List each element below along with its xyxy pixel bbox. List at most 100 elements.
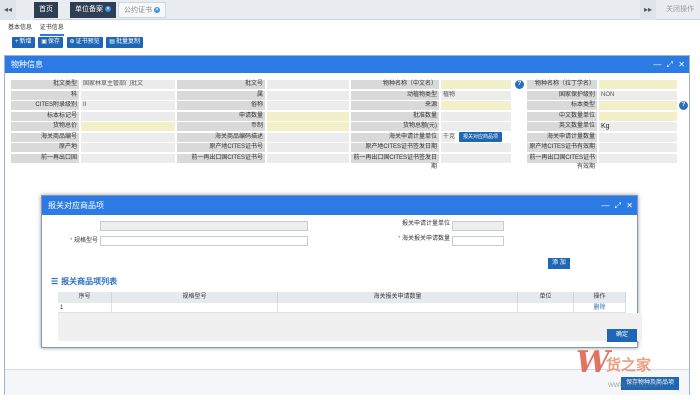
unit-field-label: 报关申请计量单位 bbox=[372, 220, 450, 228]
form-row: 标本标记号 申请数量 批准数量 中文数量单位 bbox=[11, 111, 685, 122]
customs-qty-label: 海关申请计量数量 bbox=[527, 133, 597, 142]
goods-total-amount-value bbox=[441, 122, 511, 131]
new-button[interactable]: +新增 bbox=[12, 37, 35, 48]
col-unit-header: 单位 bbox=[518, 292, 574, 303]
prev-reexport-cites-validity-input[interactable] bbox=[599, 154, 677, 163]
prev-reexport-country-input[interactable] bbox=[81, 154, 175, 163]
table-empty-area bbox=[58, 313, 642, 341]
watermark-url: www.56hzj.com bbox=[608, 380, 664, 389]
col-spec-header: 规格型号 bbox=[112, 292, 278, 303]
delete-link[interactable]: 删除 bbox=[574, 303, 626, 313]
batch-copy-label: 批量复制 bbox=[116, 39, 140, 45]
close-icon[interactable]: ✕ bbox=[678, 60, 685, 69]
species-cn-name-input[interactable] bbox=[441, 80, 511, 89]
tab-home[interactable]: 首页 bbox=[34, 2, 58, 18]
prev-reexport-cites-no-input[interactable] bbox=[267, 154, 349, 163]
protection-level-value: NON bbox=[599, 91, 677, 100]
scroll-left-icon[interactable]: ◂◂ bbox=[0, 0, 16, 20]
maximize-icon[interactable]: ⤢ bbox=[667, 60, 673, 69]
close-operations-button[interactable]: 关闭操作 bbox=[666, 0, 694, 20]
save-button[interactable]: ▣保存 bbox=[38, 37, 63, 48]
preview-icon: ⊕ bbox=[70, 39, 75, 45]
approved-qty-input[interactable] bbox=[441, 112, 511, 121]
tab-convention-certificate[interactable]: 公约证书✕ bbox=[118, 2, 166, 18]
customs-code-select[interactable] bbox=[81, 133, 175, 142]
spec-field-label: * 规格型号 bbox=[52, 237, 98, 245]
apply-qty-input[interactable] bbox=[267, 112, 349, 121]
genus-label: 属 bbox=[177, 91, 265, 100]
customs-unit-value: 千克 bbox=[441, 133, 455, 142]
cn-unit-input[interactable] bbox=[599, 112, 677, 121]
watermark-w: W bbox=[576, 345, 610, 380]
customs-code-field bbox=[100, 221, 308, 231]
cn-unit-label: 中文数量单位 bbox=[527, 112, 597, 121]
tab-basic-info[interactable]: 基本信息 bbox=[8, 22, 32, 34]
col-index-header: 序号 bbox=[58, 292, 112, 303]
origin-cites-validity-input[interactable] bbox=[599, 143, 677, 152]
species-latin-name-input[interactable] bbox=[599, 80, 677, 89]
minimize-icon[interactable]: — bbox=[601, 201, 609, 210]
batch-copy-button[interactable]: ▤批量复制 bbox=[106, 37, 143, 48]
help-icon[interactable]: ? bbox=[515, 80, 524, 89]
help-icon[interactable]: ? bbox=[679, 101, 688, 110]
form-row: 科 属 动植物类型 植物 国家保护级别 NON bbox=[11, 90, 685, 101]
prev-reexport-cites-issue-label: 前一再出口国CITES证书签发日期 bbox=[351, 154, 439, 163]
origin-country-input[interactable] bbox=[81, 143, 175, 152]
dialog-window-controls: — ⤢ ✕ bbox=[598, 196, 633, 215]
prev-reexport-cites-issue-input[interactable] bbox=[441, 154, 511, 163]
minimize-icon[interactable]: — bbox=[653, 60, 661, 69]
tab-home-label: 首页 bbox=[39, 6, 53, 13]
genus-input[interactable] bbox=[267, 91, 349, 100]
origin-country-label: 原产地 bbox=[11, 143, 79, 152]
family-input[interactable] bbox=[81, 91, 175, 100]
form-row: 批文类型 国家林草主管部门批文 批文号 物种名称（中文名） ? 物种名称（拉丁学… bbox=[11, 79, 685, 90]
form-row: 前一再出口国 前一再出口国CITES证书号 前一再出口国CITES证书签发日期 … bbox=[11, 153, 685, 164]
source-select[interactable] bbox=[441, 101, 511, 110]
origin-cites-validity-label: 原产地CITES证书有效期 bbox=[527, 143, 597, 152]
origin-cites-no-input[interactable] bbox=[267, 143, 349, 152]
confirm-button[interactable]: 确定 bbox=[607, 329, 637, 342]
approval-no-input[interactable] bbox=[267, 80, 349, 89]
close-icon[interactable]: ✕ bbox=[626, 201, 633, 210]
maximize-icon[interactable]: ⤢ bbox=[615, 201, 621, 210]
en-unit-label: 英文数量单位 bbox=[527, 122, 597, 131]
tab-certificate-info[interactable]: 证书信息 bbox=[40, 22, 64, 36]
approval-type-select[interactable]: 国家林草主管部门批文 bbox=[81, 80, 175, 89]
prev-reexport-country-label: 前一再出口国 bbox=[11, 154, 79, 163]
scroll-right-icon[interactable]: ▸▸ bbox=[640, 0, 656, 20]
tab-unit-filing[interactable]: 单位备案✕ bbox=[70, 2, 116, 18]
approval-type-label: 批文类型 bbox=[11, 80, 79, 89]
panel-title: 物种信息 bbox=[11, 60, 43, 69]
close-tab-icon[interactable]: ✕ bbox=[154, 7, 160, 13]
currency-select[interactable] bbox=[267, 122, 349, 131]
en-unit-value: Kg bbox=[599, 122, 677, 131]
certificate-preview-button[interactable]: ⊕证书预览 bbox=[67, 37, 103, 48]
common-name-input[interactable] bbox=[267, 101, 349, 110]
add-button[interactable]: 添 加 bbox=[548, 258, 570, 269]
form-row: CITES附录级别 II 俗称 来源 标本类型 ? bbox=[11, 100, 685, 111]
origin-cites-issue-date-input[interactable] bbox=[441, 143, 511, 152]
goods-list-title-text: 报关商品项列表 bbox=[61, 277, 117, 286]
close-tab-icon[interactable]: ✕ bbox=[105, 6, 111, 12]
certificate-preview-label: 证书预览 bbox=[76, 39, 100, 45]
specimen-mark-input[interactable] bbox=[81, 112, 175, 121]
form-row: 海关商品编号 海关商品编码描述 海关申请计量单位 千克 报关对应商品项 海关申请… bbox=[11, 132, 685, 143]
customs-goods-item-button[interactable]: 报关对应商品项 bbox=[459, 132, 502, 142]
specimen-type-select[interactable] bbox=[599, 101, 677, 110]
origin-cites-no-label: 原产地CITES证书号 bbox=[177, 143, 265, 152]
spec-input[interactable] bbox=[100, 236, 308, 246]
plus-icon: + bbox=[15, 39, 19, 45]
goods-total-amount-label: 货物总额(元) bbox=[351, 122, 439, 131]
cites-appendix-value: II bbox=[81, 101, 175, 110]
required-mark: * bbox=[398, 236, 400, 242]
customs-code-label: 海关商品编号 bbox=[11, 133, 79, 142]
dialog-header: 报关对应商品项 — ⤢ ✕ bbox=[42, 196, 637, 215]
qty-input[interactable] bbox=[452, 236, 504, 246]
customs-code-desc-value bbox=[267, 133, 349, 142]
form-row: 货物总价 币制 货物总额(元) 英文数量单位 Kg bbox=[11, 121, 685, 132]
row-qty bbox=[278, 303, 518, 313]
goods-total-price-input[interactable] bbox=[81, 122, 175, 131]
common-name-label: 俗称 bbox=[177, 101, 265, 110]
toolbar: +新增 ▣保存 ⊕证书预览 ▤批量复制 bbox=[12, 37, 145, 49]
tab-bar-spacer bbox=[17, 0, 33, 20]
